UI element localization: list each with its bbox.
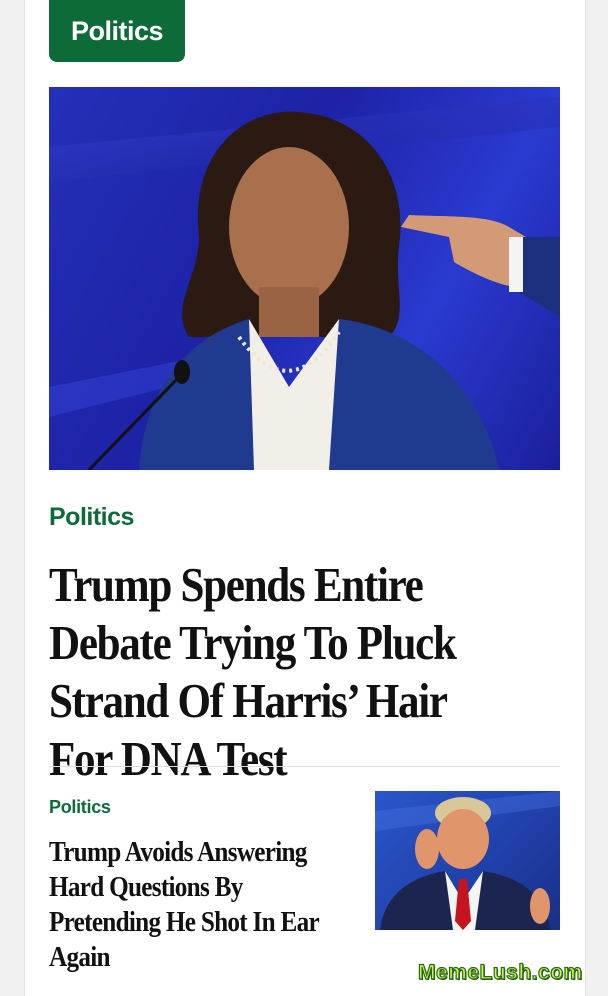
second-story-headline[interactable]: Trump Avoids Answering Hard Questions By… xyxy=(49,835,346,975)
second-story-thumbnail[interactable] xyxy=(375,791,560,930)
lead-story-headline[interactable]: Trump Spends Entire Debate Trying To Plu… xyxy=(49,556,507,788)
section-tag-politics[interactable]: Politics xyxy=(49,0,185,62)
lead-story-image[interactable] xyxy=(49,87,560,470)
lead-story-kicker[interactable]: Politics xyxy=(49,503,134,532)
trump-photo-illustration xyxy=(375,791,560,930)
second-story-kicker[interactable]: Politics xyxy=(49,797,111,818)
debate-photo-illustration xyxy=(49,97,560,470)
story-divider xyxy=(49,766,560,767)
site-watermark: MemeLush.com xyxy=(417,960,583,984)
